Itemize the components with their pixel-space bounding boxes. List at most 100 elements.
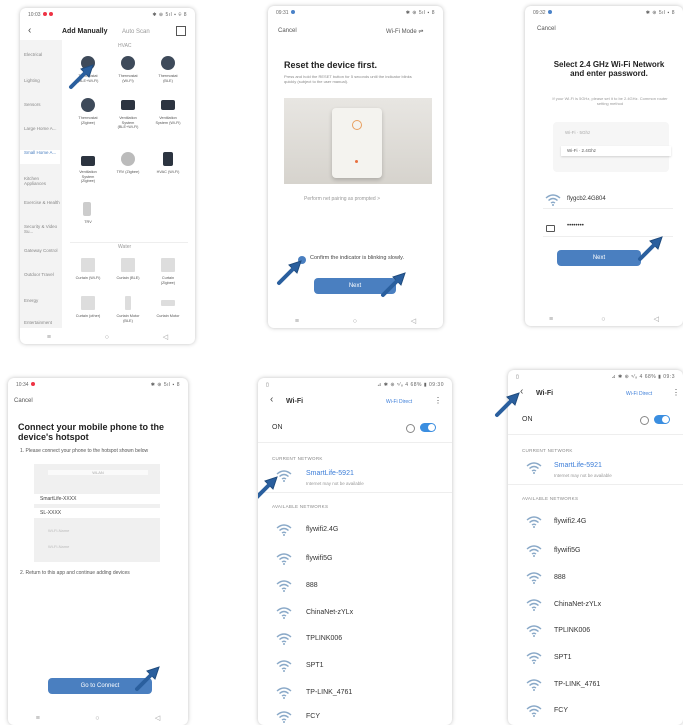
curtain-motor-icon[interactable]: [161, 300, 175, 306]
ventilation-icon[interactable]: [81, 156, 95, 166]
indicator-light-icon: [352, 120, 362, 130]
mini-row-sl: SL-XXXX: [34, 508, 160, 518]
back-nav-icon[interactable]: ◁: [654, 315, 659, 323]
wifi-icon: [276, 687, 292, 699]
menu-icon[interactable]: ≡: [36, 715, 40, 722]
wifi-toggle[interactable]: [420, 423, 436, 432]
thermostat-icon[interactable]: [161, 56, 175, 70]
category-item[interactable]: Lighting: [24, 78, 60, 83]
curtain-icon[interactable]: [121, 258, 135, 272]
back-icon[interactable]: ‹: [270, 394, 273, 405]
curtain-icon[interactable]: [81, 258, 95, 272]
network-item[interactable]: FCY: [306, 713, 320, 720]
network-item[interactable]: flywifi5G: [306, 555, 332, 562]
trv-icon[interactable]: [83, 202, 91, 216]
wifi-icon: [276, 711, 292, 723]
device-label: Ventilation System (BLE+Wi-Fi): [117, 116, 139, 129]
category-item[interactable]: Gateway Control: [24, 248, 60, 253]
scan-icon[interactable]: [176, 26, 186, 36]
category-item[interactable]: Sensors: [24, 102, 60, 107]
cancel-button[interactable]: Cancel: [537, 26, 556, 32]
category-item[interactable]: Large Home A...: [24, 126, 60, 131]
mini-row-wifi-name: Wi-Fi-Name: [48, 544, 70, 549]
curtain-icon[interactable]: [81, 296, 95, 310]
category-item[interactable]: Electrical: [24, 52, 60, 57]
category-item[interactable]: Exercise & Health: [24, 200, 60, 205]
network-item[interactable]: flywifi5G: [554, 547, 580, 554]
network-item[interactable]: SPT1: [306, 662, 324, 669]
network-item[interactable]: ChinaNet-zYLx: [306, 609, 353, 616]
phone-wifi-settings-back: ▯ ⊿ ✱ ⊕ ⁵⁄₈ 4 68% ▮ 09:3 ‹ Wi-Fi Wi-Fi D…: [508, 370, 683, 725]
menu-icon[interactable]: ≡: [47, 334, 51, 341]
wifi-toggle[interactable]: [654, 415, 670, 424]
scan-ring-icon: [406, 424, 415, 433]
network-item[interactable]: TP-LINK_4761: [554, 681, 600, 688]
divider: [508, 434, 683, 435]
hvac-icon[interactable]: [163, 152, 173, 166]
pointer-arrow-icon: [68, 62, 96, 90]
more-icon[interactable]: ⋮: [672, 388, 680, 397]
status-bar: ▯ ⊿ ✱ ⊕ ⁵⁄₈ 4 68% ▮ 09:3: [508, 370, 683, 384]
home-icon[interactable]: ○: [601, 316, 605, 323]
pointer-arrow-icon: [494, 390, 522, 418]
phone-connect-hotspot: 10:34 ✱ ⊕ 5ıl ▪ 8 Cancel Connect your mo…: [8, 378, 188, 725]
category-item[interactable]: Entertainment: [24, 320, 60, 325]
net-pairing-link[interactable]: Perform net pairing as prompted >: [304, 196, 380, 202]
page-title: Wi-Fi: [536, 390, 554, 397]
next-button[interactable]: Next: [557, 250, 641, 266]
tab-auto-scan[interactable]: Auto Scan: [122, 29, 150, 35]
network-item[interactable]: TPLINK006: [306, 635, 342, 642]
ventilation-icon[interactable]: [161, 100, 175, 110]
ventilation-icon[interactable]: [121, 100, 135, 110]
pointer-arrow-icon: [637, 234, 665, 262]
curtain-motor-icon[interactable]: [125, 296, 131, 310]
curtain-icon[interactable]: [161, 258, 175, 272]
status-time: 10:34: [16, 382, 29, 388]
back-icon[interactable]: ‹: [28, 25, 31, 36]
home-icon[interactable]: ○: [353, 318, 357, 325]
network-item[interactable]: ChinaNet-zYLx: [554, 601, 601, 608]
category-item[interactable]: Security & Video Su...: [24, 224, 60, 234]
wifi-icon: [526, 625, 542, 637]
device-label: Ventilation System (Zigbee): [79, 170, 97, 183]
ssid-field[interactable]: flygcb2.4G804: [567, 196, 606, 202]
category-item-active[interactable]: Small Home A...: [20, 150, 60, 164]
home-icon[interactable]: ○: [95, 715, 99, 722]
wifi-mode-selector[interactable]: Wi-Fi Mode ⇌: [386, 28, 423, 35]
status-time: 09:32: [533, 10, 546, 16]
divider: [70, 242, 188, 243]
current-network-name[interactable]: SmartLife-5921: [306, 470, 354, 477]
home-icon[interactable]: ○: [105, 334, 109, 341]
wifi-direct-button[interactable]: Wi-Fi Direct: [626, 391, 652, 397]
network-item[interactable]: TP-LINK_4761: [306, 689, 352, 696]
trv-icon[interactable]: [121, 152, 135, 166]
menu-icon[interactable]: ≡: [549, 316, 553, 323]
more-icon[interactable]: ⋮: [434, 396, 442, 405]
network-item[interactable]: flywifi2.4G: [554, 518, 586, 525]
network-item[interactable]: TPLINK006: [554, 627, 590, 634]
back-nav-icon[interactable]: ◁: [411, 317, 416, 325]
password-field[interactable]: ••••••••: [567, 223, 584, 229]
device-label: Thermostat (Wi-Fi): [118, 74, 138, 83]
wifi-direct-button[interactable]: Wi-Fi Direct: [386, 399, 412, 405]
back-nav-icon[interactable]: ◁: [155, 714, 160, 722]
network-item[interactable]: SPT1: [554, 654, 572, 661]
category-item[interactable]: Kitchen Appliances: [24, 176, 60, 186]
cancel-button[interactable]: Cancel: [14, 398, 33, 404]
status-time: 09:31: [276, 10, 289, 16]
network-item[interactable]: flywifi2.4G: [306, 526, 338, 533]
menu-icon[interactable]: ≡: [295, 318, 299, 325]
category-item[interactable]: Outdoor Travel: [24, 272, 60, 277]
current-network-name[interactable]: SmartLife-5921: [554, 462, 602, 469]
network-item[interactable]: 888: [554, 574, 566, 581]
network-item[interactable]: 888: [306, 582, 318, 589]
section-water: Water: [118, 244, 132, 250]
category-item[interactable]: Energy: [24, 298, 60, 303]
cancel-button[interactable]: Cancel: [278, 28, 297, 34]
status-bar: ▯ ⊿ ✱ ⊕ ⁵⁄₈ 4 68% ▮ 09:30: [258, 378, 452, 392]
thermostat-icon[interactable]: [81, 98, 95, 112]
step-one-text: 1. Please connect your phone to the hots…: [20, 448, 149, 454]
thermostat-icon[interactable]: [121, 56, 135, 70]
back-nav-icon[interactable]: ◁: [163, 333, 168, 341]
network-item[interactable]: FCY: [554, 707, 568, 714]
